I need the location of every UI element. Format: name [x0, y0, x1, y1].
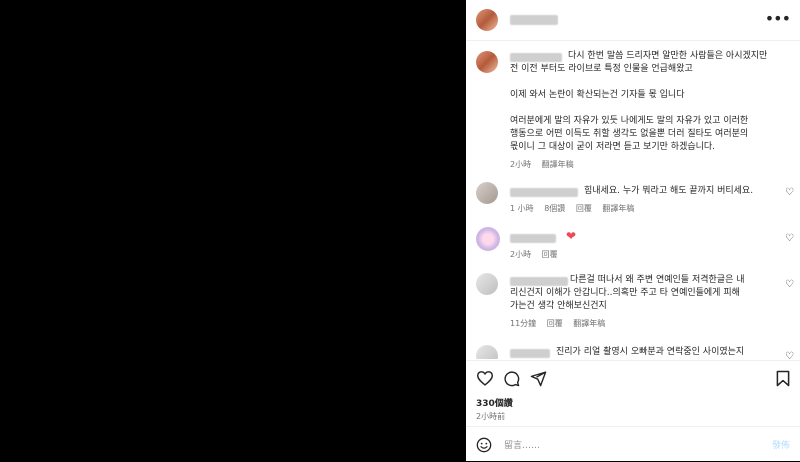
caption-line-5: 행동으로 어떤 이득도 취할 생각도 없을뿐 더러 질타도 여러분의 [510, 129, 749, 139]
comment-time: 11分鐘 [510, 319, 537, 328]
comment-time: 1 小時 [510, 204, 534, 213]
comment-meta: 11分鐘 回覆 翻譯年稿 [510, 318, 613, 329]
caption-line-4: 여러분에게 말의 자유가 있듯 나에게도 말의 자유가 있고 이러한 [510, 116, 749, 126]
comment-item: ❤ ♡ 2小時 回覆 [466, 227, 800, 267]
comment-text-line-1: 다른걸 떠나서 왜 주변 연예인들 저격한글은 내 [570, 275, 745, 285]
post-header: ••• [466, 0, 800, 41]
caption-line-6: 몫이니 그 대상이 굳이 저라면 듣고 보기만 하겠습니다. [510, 142, 716, 152]
reply-link[interactable]: 回覆 [542, 250, 558, 259]
commenter-username[interactable] [510, 277, 568, 286]
reply-link[interactable]: 回覆 [576, 204, 592, 213]
emoji-icon[interactable] [476, 437, 492, 453]
like-comment-icon[interactable]: ♡ [785, 187, 794, 198]
comment-text-line-3: 가는건 생각 안해보신건지 [510, 301, 607, 311]
caption-line-3: 이제 와서 논란이 확산되는건 기자들 몫 입니다 [510, 90, 685, 100]
commenter-avatar[interactable] [476, 273, 498, 295]
comment-meta: 1 小時 8個讚 回覆 翻譯年稿 [510, 203, 642, 214]
comment-bubble-icon[interactable] [503, 370, 520, 387]
like-comment-icon[interactable]: ♡ [785, 351, 794, 359]
comment-text-line-2: 리신건지 이해가 안갑니다..의혹만 주고 타 연예인들에게 피해 [510, 288, 740, 298]
comment-text: 힘내세요. 누가 뭐라고 해도 끝까지 버티세요. [584, 186, 754, 196]
comment-input[interactable]: 留言…… [504, 438, 540, 451]
translate-link[interactable]: 翻譯年稿 [602, 204, 634, 213]
comment-composer: 留言…… 發佈 [466, 426, 800, 462]
commenter-avatar[interactable] [476, 182, 498, 204]
commenter-username[interactable] [510, 188, 578, 197]
post-time: 2小時前 [476, 412, 506, 421]
bookmark-icon[interactable] [776, 370, 790, 387]
reply-link[interactable]: 回覆 [547, 319, 563, 328]
comment-time: 2小時 [510, 250, 532, 259]
more-options-icon[interactable]: ••• [765, 10, 791, 28]
red-heart-emoji-icon: ❤ [566, 229, 577, 243]
commenter-username[interactable] [510, 234, 556, 243]
caption-line-1: 다시 한번 말씀 드리자면 알만한 사람들은 아시겠지만 [568, 51, 768, 61]
caption-avatar[interactable] [476, 51, 498, 73]
commenter-avatar[interactable] [476, 345, 498, 359]
caption-time: 2小時 [510, 160, 532, 169]
commenter-username[interactable] [510, 349, 550, 358]
like-comment-icon[interactable]: ♡ [785, 233, 794, 244]
caption-translate-link[interactable]: 翻譯年稿 [542, 160, 574, 169]
caption-username[interactable] [510, 53, 562, 62]
like-count[interactable]: 330個讚 [476, 396, 513, 409]
comment-item: 다른걸 떠나서 왜 주변 연예인들 저격한글은 내 리신건지 이해가 안갑니다.… [466, 273, 800, 333]
like-heart-icon[interactable] [476, 370, 494, 386]
share-paper-plane-icon[interactable] [530, 370, 547, 387]
caption-item: 다시 한번 말씀 드리자면 알만한 사람들은 아시겠지만 전 이전 부터도 라이… [466, 49, 800, 184]
post-panel: ••• 다시 한번 말씀 드리자면 알만한 사람들은 아시겠지만 전 이전 부터… [466, 0, 800, 461]
caption-line-2: 전 이전 부터도 라이브로 특정 인물을 언급해왔고 [510, 64, 693, 74]
commenter-avatar[interactable] [476, 227, 500, 251]
like-comment-icon[interactable]: ♡ [785, 279, 794, 290]
comment-meta: 2小時 回覆 [510, 249, 566, 260]
comment-likes[interactable]: 8個讚 [544, 204, 565, 213]
author-username[interactable] [510, 15, 558, 25]
media-area [0, 0, 466, 461]
translate-link[interactable]: 翻譯年稿 [573, 319, 605, 328]
comment-text: 진리가 리얼 촬영시 오빠분과 연락중인 사이였는지 [556, 347, 745, 357]
comment-item: 진리가 리얼 촬영시 오빠분과 연락중인 사이였는지 ♡ [466, 345, 800, 359]
comment-item: 힘내세요. 누가 뭐라고 해도 끝까지 버티세요. ♡ 1 小時 8個讚 回覆 … [466, 181, 800, 221]
comments-list[interactable]: 다시 한번 말씀 드리자면 알만한 사람들은 아시겠지만 전 이전 부터도 라이… [466, 41, 800, 359]
author-avatar[interactable] [476, 9, 498, 31]
post-comment-button[interactable]: 發佈 [772, 438, 790, 451]
caption-meta: 2小時 翻譯年稿 [510, 159, 582, 170]
